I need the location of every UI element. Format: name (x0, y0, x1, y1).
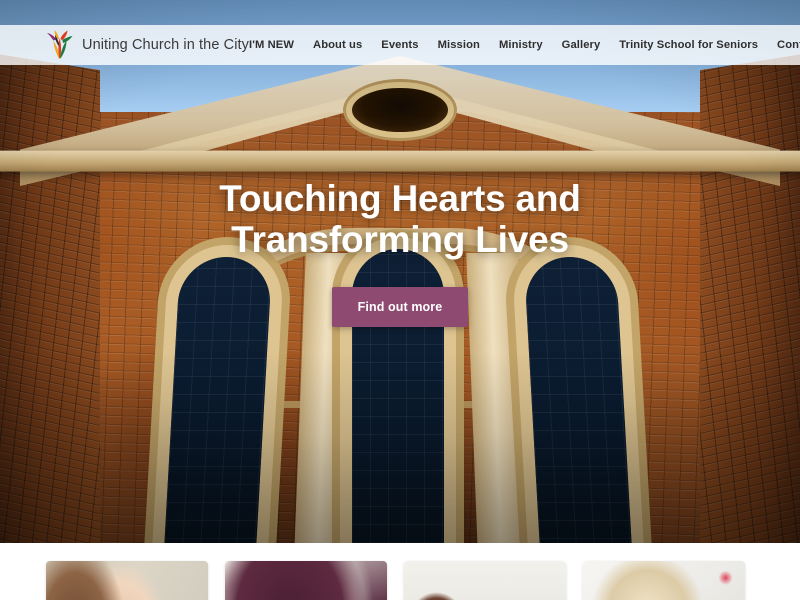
nav-item-gallery[interactable]: Gallery (562, 39, 601, 51)
nav-item-trinity-school-for-seniors[interactable]: Trinity School for Seniors (619, 39, 758, 51)
nav-item-mission[interactable]: Mission (438, 39, 480, 51)
feature-card-three[interactable] (404, 561, 566, 600)
uniting-church-flame-dove-icon (46, 30, 73, 60)
feature-card-two[interactable] (225, 561, 387, 600)
feature-card-one[interactable] (46, 561, 208, 600)
feature-card-two-image (225, 561, 387, 600)
feature-card-three-image (404, 561, 566, 600)
page-root: Uniting Church in the City I'M NEW About… (0, 0, 800, 600)
site-header: Uniting Church in the City I'M NEW About… (0, 25, 800, 65)
brand-name: Uniting Church in the City (82, 37, 249, 53)
main-navigation: I'M NEW About us Events Mission Ministry… (249, 39, 800, 51)
hero-title-line-2: Transforming Lives (0, 219, 800, 260)
nav-item-events[interactable]: Events (381, 39, 418, 51)
feature-card-four-image (583, 561, 745, 600)
nav-item-contact-us[interactable]: Contact Us (777, 39, 800, 51)
brand-logo-link[interactable]: Uniting Church in the City (46, 30, 249, 60)
feature-card-strip (46, 561, 746, 600)
nav-item-ministry[interactable]: Ministry (499, 39, 543, 51)
feature-card-one-image (46, 561, 208, 600)
nav-item-im-new[interactable]: I'M NEW (249, 39, 294, 51)
hero-title-line-1: Touching Hearts and (0, 178, 800, 219)
hero-title: Touching Hearts and Transforming Lives (0, 178, 800, 261)
nav-item-about-us[interactable]: About us (313, 39, 362, 51)
feature-card-four[interactable] (583, 561, 745, 600)
hero-content: Touching Hearts and Transforming Lives F… (0, 178, 800, 327)
find-out-more-button[interactable]: Find out more (332, 287, 469, 327)
